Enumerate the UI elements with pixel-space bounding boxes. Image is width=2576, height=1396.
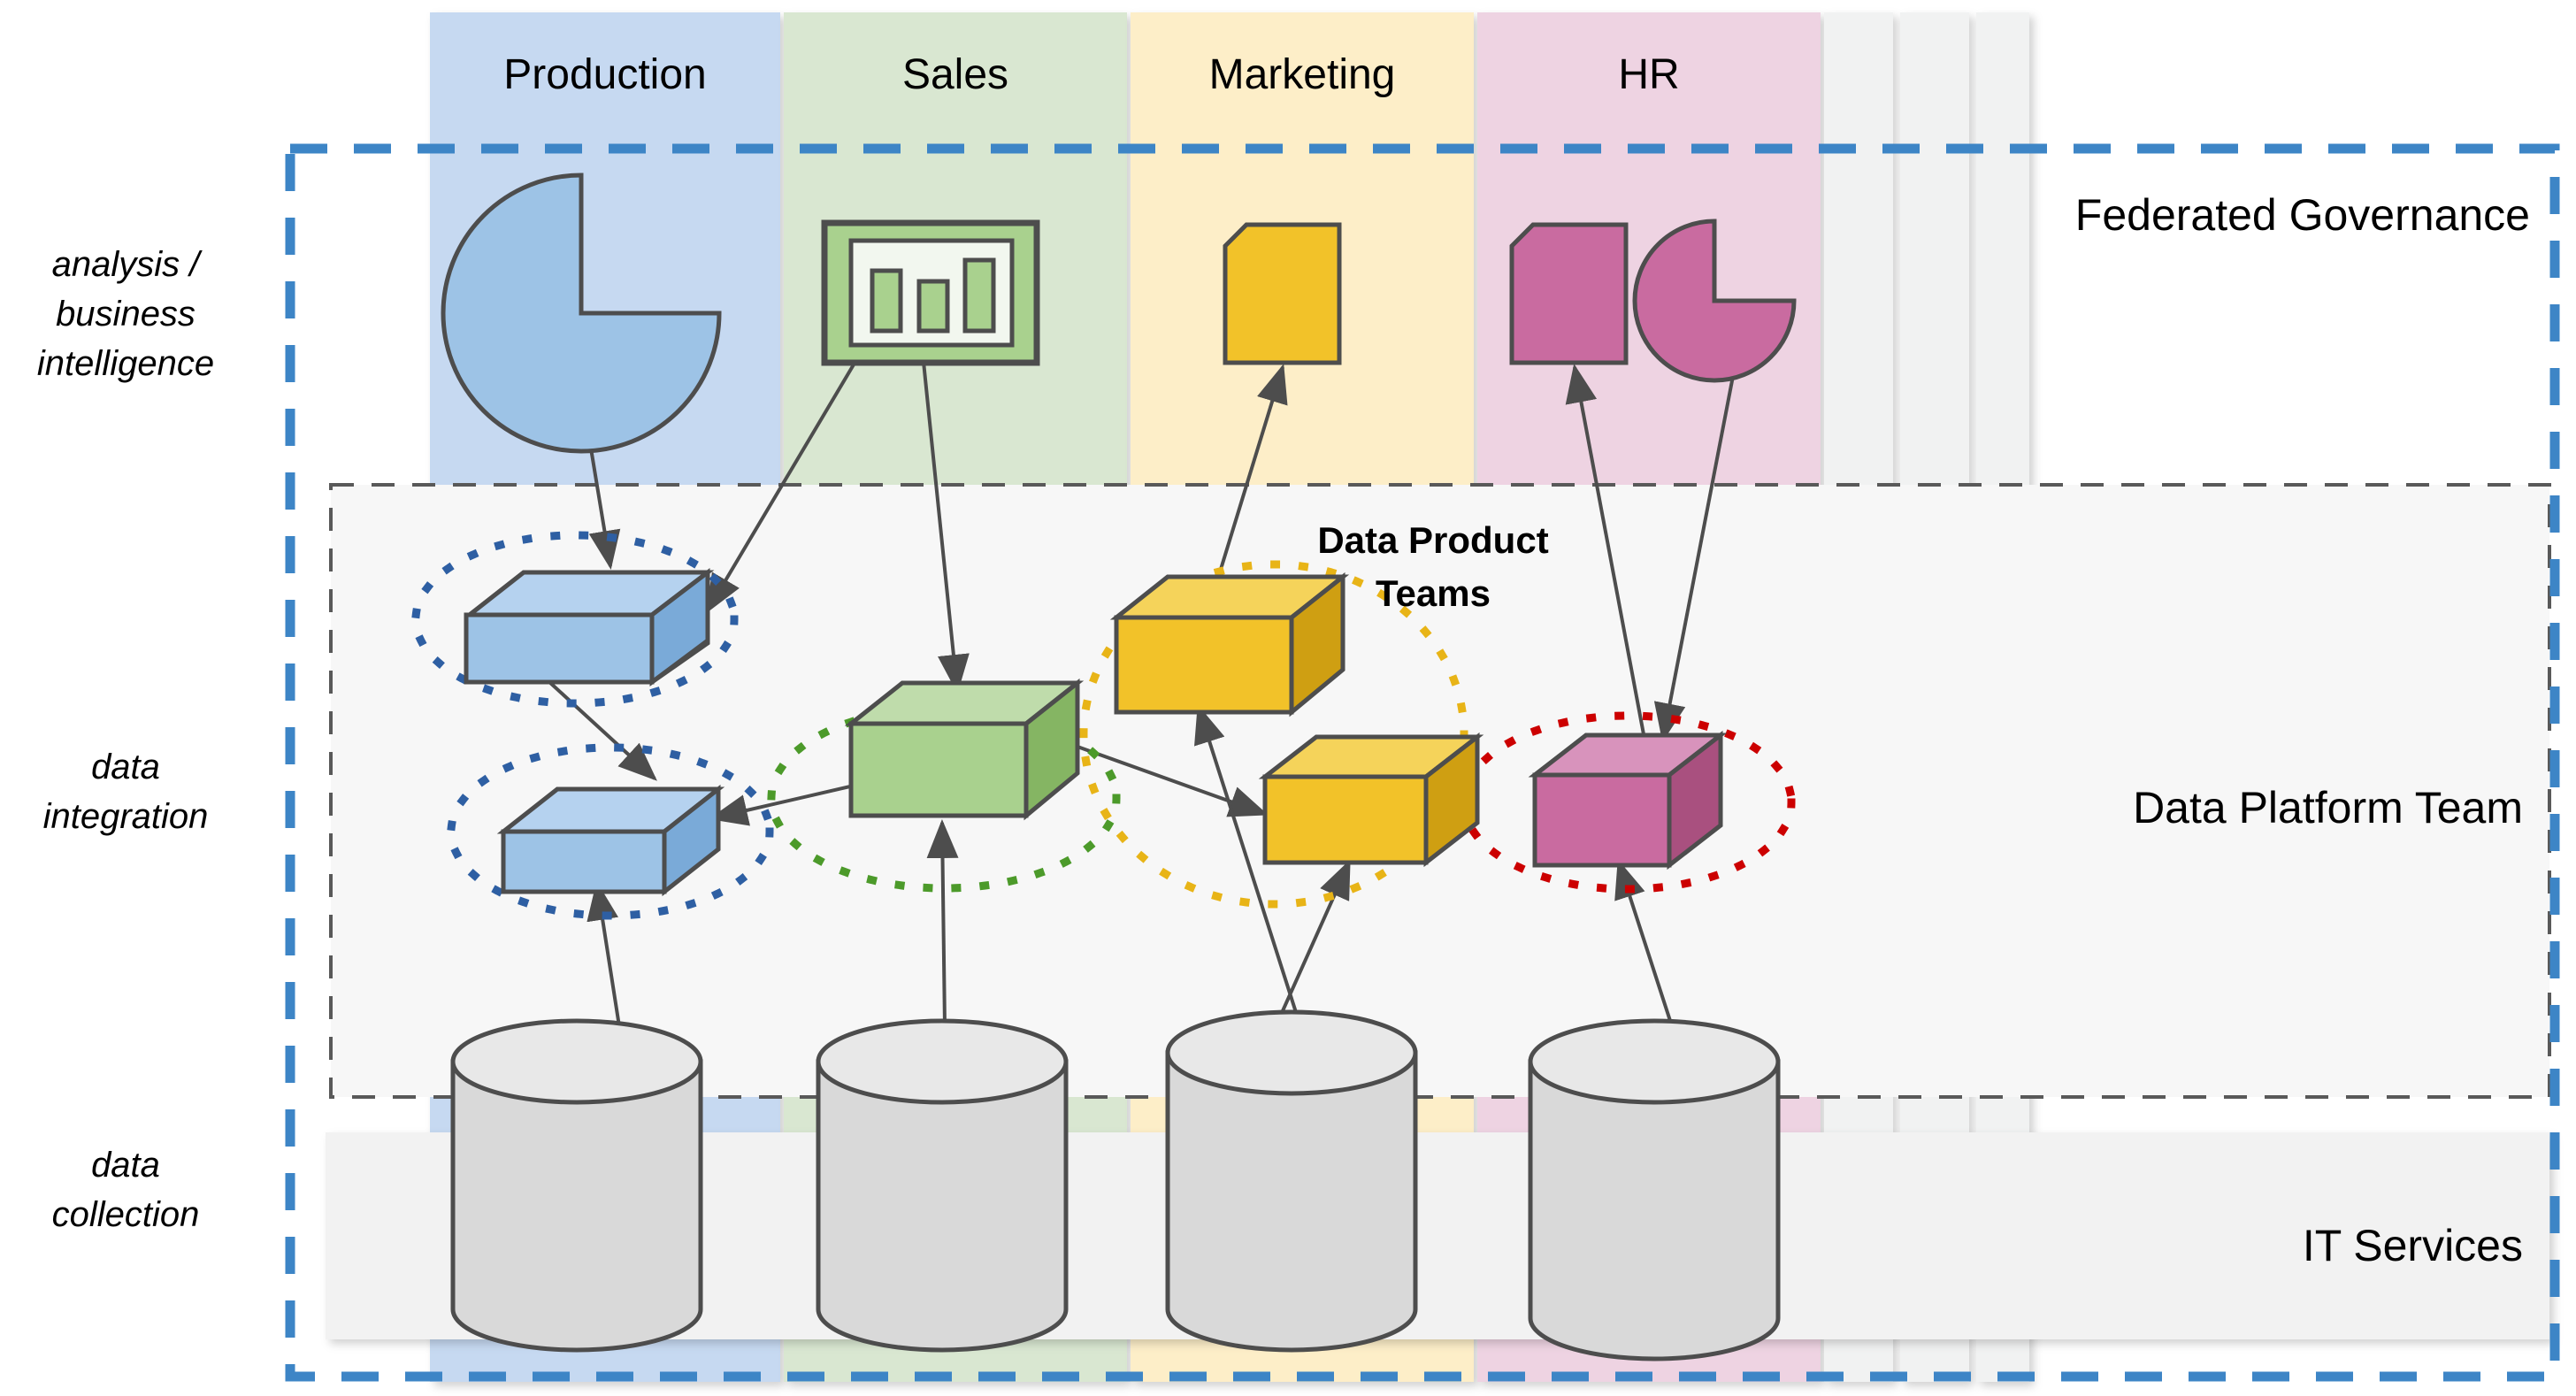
diagram-canvas: Production Sales Marketing HR analysis /…	[0, 0, 2576, 1396]
row-label-analysis-line-1: analysis /	[52, 245, 203, 284]
data-product-teams-label: Data Product Teams	[1317, 519, 1548, 614]
zone-label-data-platform-team: Data Platform Team	[2133, 783, 2523, 832]
zone-label-it-services: IT Services	[2303, 1221, 2523, 1270]
row-label-integration: data integration	[43, 748, 209, 836]
row-label-collection-line-1: data	[91, 1146, 160, 1185]
dpt-line-2: Teams	[1376, 572, 1491, 614]
row-label-analysis-line-3: intelligence	[37, 344, 214, 383]
text-layer: Production Sales Marketing HR analysis /…	[37, 51, 2530, 1270]
column-header-hr: HR	[1618, 51, 1679, 98]
column-header-sales: Sales	[902, 51, 1008, 98]
row-label-analysis-line-2: business	[56, 295, 196, 334]
row-label-collection: data collection	[52, 1146, 200, 1234]
dpt-line-1: Data Product	[1317, 519, 1548, 561]
zone-label-federated-governance: Federated Governance	[2075, 190, 2530, 240]
column-header-production: Production	[503, 51, 706, 98]
row-label-integration-line-2: integration	[43, 797, 209, 836]
row-label-integration-line-1: data	[91, 748, 160, 786]
row-label-collection-line-2: collection	[52, 1195, 200, 1234]
column-header-marketing: Marketing	[1209, 51, 1396, 98]
row-label-analysis: analysis / business intelligence	[37, 245, 214, 383]
